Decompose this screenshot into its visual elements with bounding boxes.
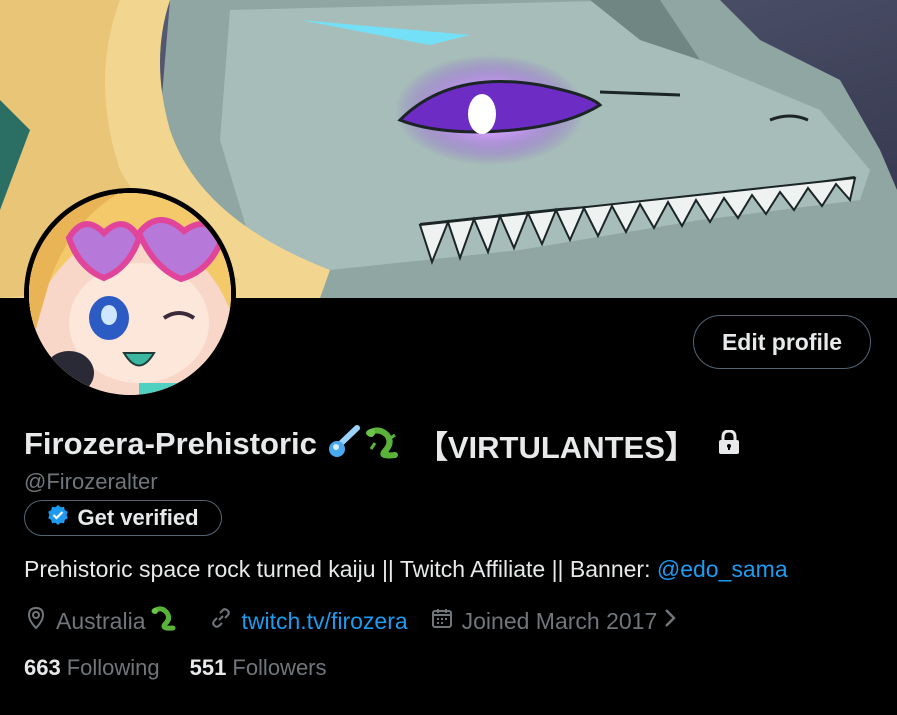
lizard-emoji-icon [151, 605, 187, 637]
get-verified-button[interactable]: Get verified [24, 500, 222, 536]
display-name-suffix: 【VIRTULANTES】 [416, 429, 696, 465]
edit-profile-button[interactable]: Edit profile [693, 315, 871, 369]
website-link[interactable]: twitch.tv/firozera [241, 608, 407, 635]
followers-count: 551 [189, 655, 227, 680]
profile-meta: Australia twitch.tv/firozera Joined Marc… [24, 604, 707, 638]
following-link[interactable]: 663 Following [24, 655, 160, 681]
link-icon [209, 606, 241, 636]
follow-stats: 663 Following 551 Followers [24, 655, 357, 681]
followers-link[interactable]: 551 Followers [190, 655, 327, 681]
following-label: Following [66, 655, 160, 680]
profile-bio: Prehistoric space rock turned kaiju || T… [24, 556, 788, 583]
location-item: Australia [24, 605, 187, 637]
get-verified-label: Get verified [77, 505, 199, 530]
location-text: Australia [56, 607, 146, 634]
lock-icon [718, 428, 740, 459]
following-count: 663 [24, 655, 61, 680]
verified-badge-icon [47, 504, 69, 532]
display-name: Firozera-Prehistoric [24, 426, 317, 461]
bio-text: Prehistoric space rock turned kaiju || T… [24, 556, 657, 582]
joined-text: Joined March 2017 [461, 607, 658, 634]
profile-avatar[interactable] [24, 188, 236, 400]
profile-handle: @Firozeralter [24, 469, 158, 494]
avatar-image [29, 193, 231, 395]
chevron-right-icon [663, 607, 685, 635]
website-item[interactable]: twitch.tv/firozera [209, 606, 408, 636]
display-name-row: Firozera-Prehistoric 【VIRTULANTES】 [24, 424, 740, 465]
bio-mention-link[interactable]: @edo_sama [657, 556, 788, 582]
comet-emoji-icon [327, 424, 361, 464]
calendar-icon [430, 606, 462, 636]
location-pin-icon [24, 606, 56, 636]
lizard-emoji-icon [365, 425, 403, 464]
joined-item[interactable]: Joined March 2017 [430, 606, 686, 636]
followers-label: Followers [232, 655, 327, 680]
